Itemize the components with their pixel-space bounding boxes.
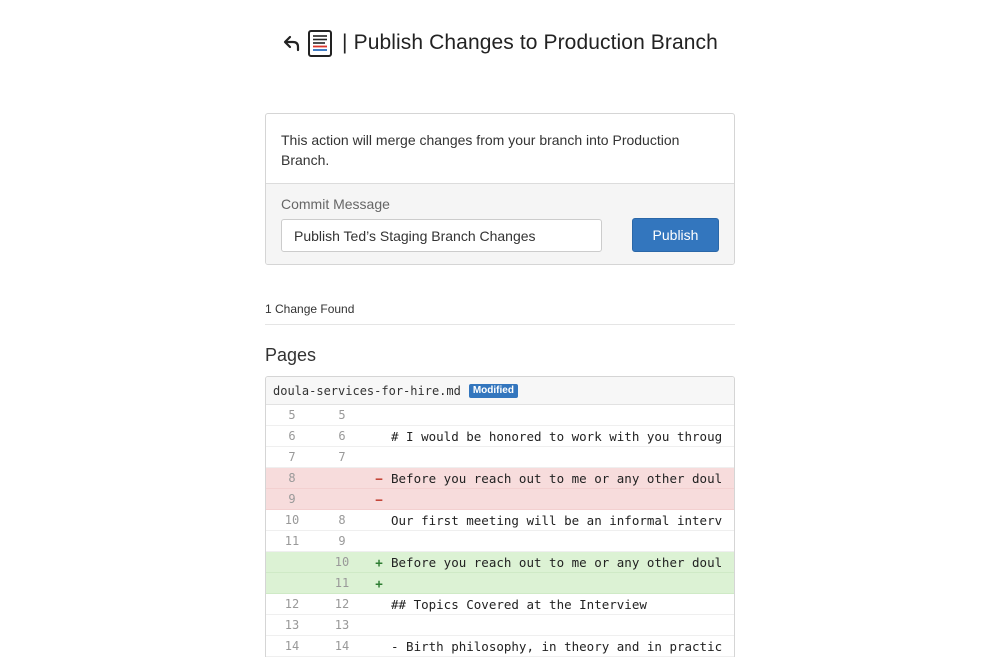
diff-code: Our first meeting will be an informal in… [391, 512, 723, 528]
old-line-number: 9 [288, 492, 296, 506]
new-line-number: 6 [338, 429, 346, 443]
title-text: Publish Changes to Production Branch [353, 31, 718, 54]
commit-form: Commit Message Publish [266, 184, 734, 264]
diff-code: Before you reach out to me or any other … [391, 470, 723, 486]
diff-line: 6 6 # I would be honored to work with you … [266, 426, 734, 447]
old-line-number: 5 [288, 408, 296, 422]
diff-line: 8 − Before you reach out to me or any othe… [266, 468, 734, 489]
commit-message-input[interactable] [281, 219, 602, 252]
new-line-number: 13 [334, 618, 350, 632]
diff-file-header: doula-services-for-hire.md Modified [266, 377, 734, 405]
new-line-number: 5 [338, 408, 346, 422]
diff-code: - Birth philosophy, in theory and in pra… [391, 638, 723, 654]
document-diff-icon [308, 29, 334, 57]
page-title: | Publish Changes to Production Branch [342, 31, 718, 55]
back-arrow-icon[interactable] [282, 32, 304, 54]
status-badge: Modified [468, 383, 518, 398]
commit-message-label: Commit Message [281, 196, 390, 212]
old-line-number: 8 [288, 471, 296, 485]
diff-marker: + [375, 575, 383, 591]
divider [265, 324, 735, 325]
diff-code: Before you reach out to me or any other … [391, 554, 723, 570]
new-line-number: 10 [334, 555, 350, 569]
diff-body: 5 5 6 6 # I would be honored to work with yo… [266, 405, 734, 657]
new-line-number: 7 [338, 450, 346, 464]
title-separator: | [342, 31, 348, 54]
diff-marker: − [375, 470, 383, 486]
new-line-number: 8 [338, 513, 346, 527]
old-line-number: 11 [284, 534, 300, 548]
diff-line: 11 + [266, 573, 734, 594]
diff-line: 10 + Before you reach out to me or any oth… [266, 552, 734, 573]
new-line-number: 14 [334, 639, 350, 653]
diff-marker: − [375, 491, 383, 507]
diff-line: 12 12 ## Topics Covered at the Interview [266, 594, 734, 615]
diff-filename: doula-services-for-hire.md [273, 383, 461, 398]
old-line-number: 6 [288, 429, 296, 443]
diff-line: 14 14 - Birth philosophy, in theory and in… [266, 636, 734, 657]
old-line-number: 14 [284, 639, 300, 653]
diff-code: ## Topics Covered at the Interview [391, 596, 647, 612]
old-line-number: 12 [284, 597, 300, 611]
old-line-number: 13 [284, 618, 300, 632]
old-line-number: 7 [288, 450, 296, 464]
page-header: | Publish Changes to Production Branch [265, 28, 735, 58]
new-line-number: 12 [334, 597, 350, 611]
diff-line: 10 8 Our first meeting will be an informal… [266, 510, 734, 531]
diff-code: # I would be honored to work with you th… [391, 428, 723, 444]
file-diff: doula-services-for-hire.md Modified 5566… [265, 376, 735, 657]
publish-button[interactable]: Publish [632, 218, 719, 252]
merge-info-text: This action will merge changes from your… [266, 114, 734, 184]
diff-line: 55 [266, 405, 734, 426]
diff-line: 13 13 [266, 615, 734, 636]
publish-card: This action will merge changes from your… [265, 113, 735, 265]
section-heading-pages: Pages [265, 345, 317, 365]
old-line-number: 10 [284, 513, 300, 527]
diff-line: 9− [266, 489, 734, 510]
change-count: 1 Change Found [265, 302, 355, 316]
publish-page: | Publish Changes to Production Branch Th… [0, 0, 1000, 657]
new-line-number: 9 [338, 534, 346, 548]
diff-line: 11 9 [266, 531, 734, 552]
new-line-number: 11 [334, 576, 350, 590]
diff-marker: + [375, 554, 383, 570]
diff-line: 77 [266, 447, 734, 468]
